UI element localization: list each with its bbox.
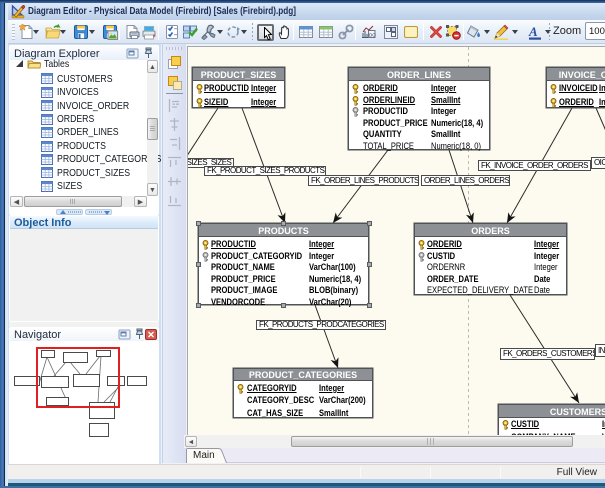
svg-text:DOC: DOC bbox=[369, 32, 376, 37]
svg-text:A: A bbox=[528, 24, 538, 39]
